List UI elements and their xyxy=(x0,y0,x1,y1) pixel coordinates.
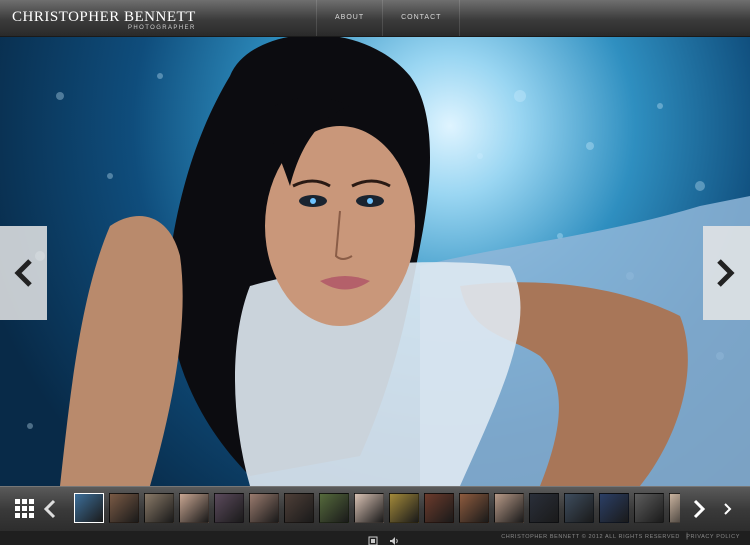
brand-name[interactable]: CHRISTOPHER BENNETT xyxy=(12,9,196,26)
grid-icon xyxy=(15,499,34,518)
thumbnail-item[interactable] xyxy=(599,493,629,523)
fullscreen-button[interactable] xyxy=(368,533,378,545)
prev-slide-button[interactable] xyxy=(0,226,47,320)
thumbs-next-button[interactable] xyxy=(690,497,708,521)
thumbs-prev-button[interactable] xyxy=(42,497,58,521)
footer-bar: CHRISTOPHER BENNETT © 2012 ALL RIGHTS RE… xyxy=(0,531,750,545)
thumbnail-item[interactable] xyxy=(529,493,559,523)
thumbnail-strip xyxy=(0,486,750,532)
main-nav: ABOUT CONTACT xyxy=(316,0,461,36)
thumbnail-item[interactable] xyxy=(249,493,279,523)
chevron-right-small-icon xyxy=(724,503,732,515)
thumbnail-item[interactable] xyxy=(354,493,384,523)
thumbnail-item[interactable] xyxy=(144,493,174,523)
thumbnail-item[interactable] xyxy=(179,493,209,523)
nav-contact[interactable]: CONTACT xyxy=(382,0,461,36)
thumbnail-list xyxy=(74,493,680,525)
nav-about[interactable]: ABOUT xyxy=(316,0,382,36)
thumbnail-item[interactable] xyxy=(319,493,349,523)
thumbnail-item[interactable] xyxy=(109,493,139,523)
copyright-text: CHRISTOPHER BENNETT © 2012 ALL RIGHTS RE… xyxy=(501,534,680,540)
thumbnail-item[interactable] xyxy=(389,493,419,523)
thumbnail-item[interactable] xyxy=(459,493,489,523)
speaker-icon xyxy=(390,537,398,545)
grid-view-button[interactable] xyxy=(12,496,38,522)
top-bar: CHRISTOPHER BENNETT PHOTOGRAPHER ABOUT C… xyxy=(0,0,750,37)
app-window: CHRISTOPHER BENNETT PHOTOGRAPHER ABOUT C… xyxy=(0,0,750,545)
fullscreen-icon xyxy=(368,536,378,545)
thumbnail-item[interactable] xyxy=(634,493,664,523)
chevron-right-icon xyxy=(693,499,706,519)
chevron-right-icon xyxy=(717,259,735,287)
thumbnail-item[interactable] xyxy=(564,493,594,523)
thumbnail-item[interactable] xyxy=(284,493,314,523)
privacy-policy-link[interactable]: PRIVACY POLICY xyxy=(686,534,740,540)
thumbnail-item[interactable] xyxy=(494,493,524,523)
thumbnail-item[interactable] xyxy=(669,493,680,523)
chevron-left-icon xyxy=(14,259,32,287)
thumbnail-item[interactable] xyxy=(424,493,454,523)
portrait-illustration xyxy=(27,36,750,486)
next-slide-button[interactable] xyxy=(703,226,750,320)
chevron-left-icon xyxy=(43,499,56,519)
thumbs-end-button[interactable] xyxy=(718,497,736,521)
thumbnail-item[interactable] xyxy=(214,493,244,523)
thumbnail-item[interactable] xyxy=(74,493,104,523)
hero-photo xyxy=(0,36,750,486)
sound-toggle[interactable] xyxy=(389,533,399,545)
brand-tagline: PHOTOGRAPHER xyxy=(128,25,196,31)
